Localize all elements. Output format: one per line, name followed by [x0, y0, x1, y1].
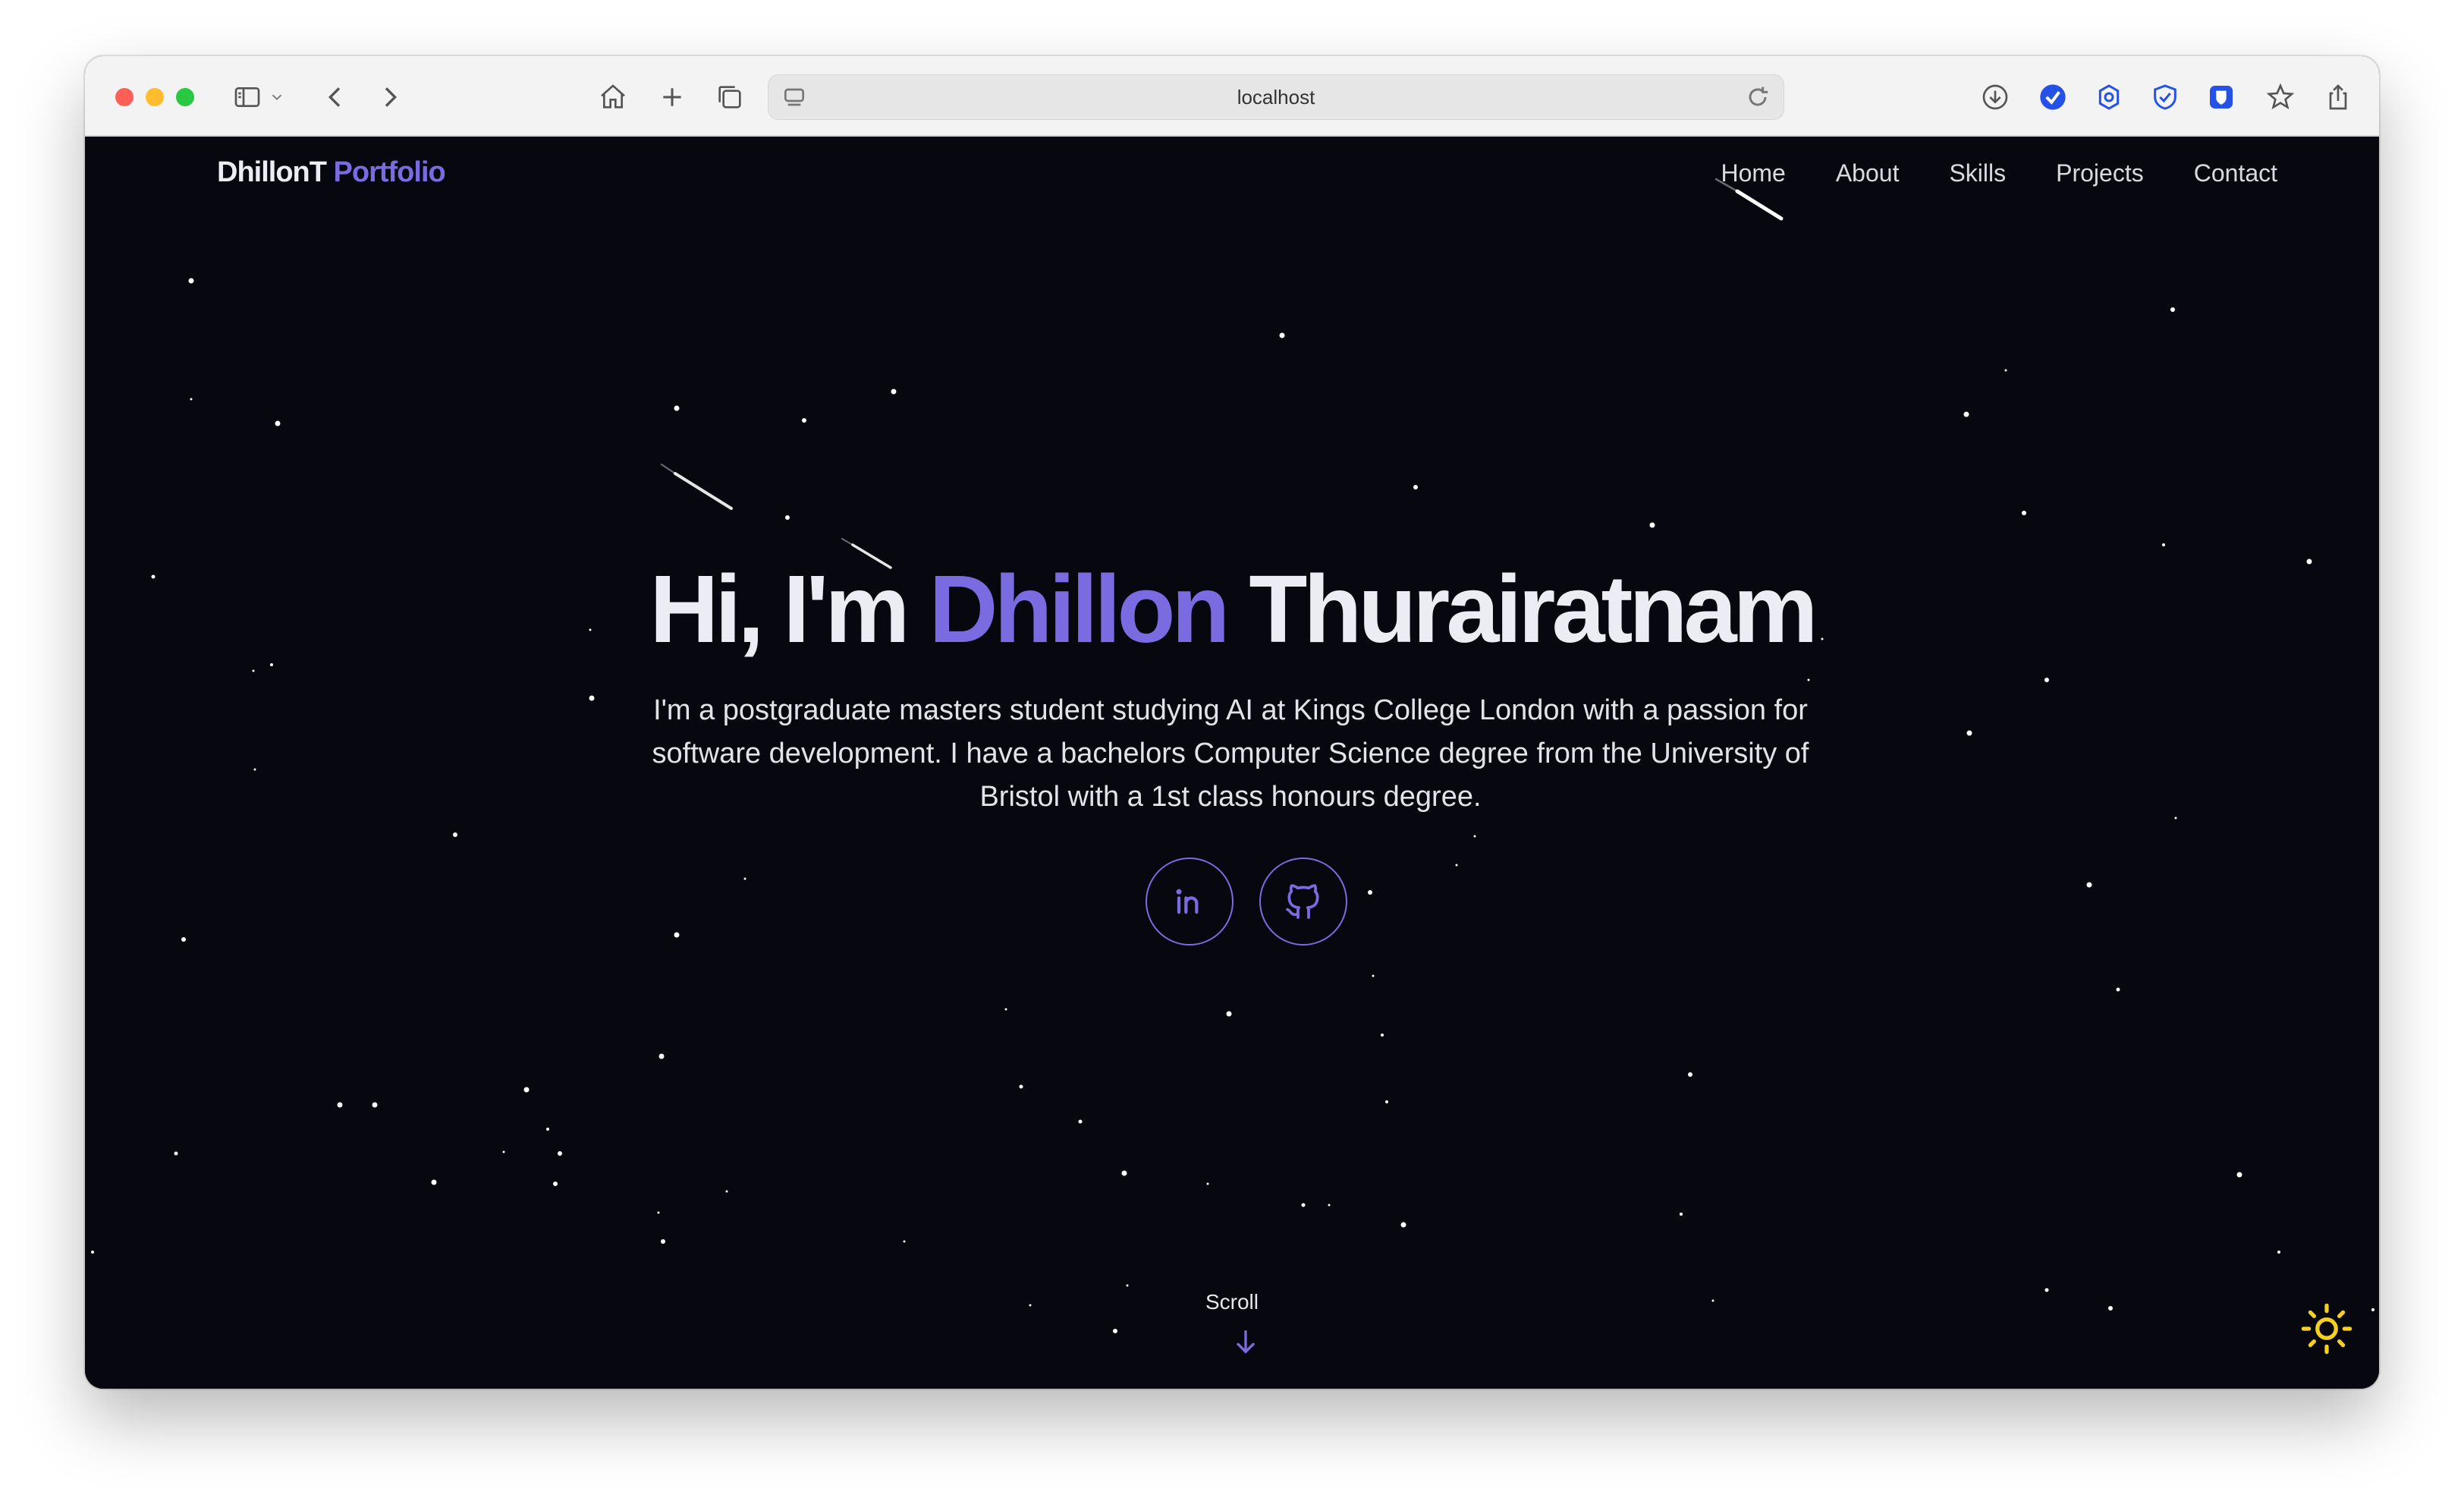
portfolio-page: DhillonT Portfolio Home About Skills Pro… — [85, 137, 2379, 1389]
checkmark-extension-icon[interactable] — [2035, 79, 2071, 115]
plus-icon[interactable] — [654, 79, 690, 115]
arrow-down-icon[interactable] — [1230, 1326, 1261, 1357]
address-bar[interactable]: localhost — [768, 74, 1784, 120]
sun-icon[interactable] — [2300, 1302, 2353, 1355]
star-icon[interactable] — [2262, 79, 2299, 115]
nav-contact-link[interactable]: Contact — [2194, 159, 2277, 187]
hero-first-name: Dhillon — [929, 555, 1230, 662]
site-logo[interactable]: DhillonT Portfolio — [217, 156, 446, 189]
brand-name: DhillonT — [217, 156, 327, 188]
hero-last-name: Thurairatnam — [1249, 555, 1818, 662]
chevron-right-icon[interactable] — [372, 79, 408, 115]
tabs-overview-icon[interactable] — [712, 79, 748, 115]
hero-title: Hi, I'm Dhillon Thurairatnam — [85, 552, 2379, 666]
share-icon[interactable] — [2320, 79, 2356, 115]
linkedin-icon — [1176, 889, 1199, 914]
home-icon[interactable] — [595, 79, 631, 115]
minimize-window-button[interactable] — [146, 88, 164, 106]
linkedin-button[interactable] — [1146, 857, 1234, 946]
main-nav: Home About Skills Projects Contact — [1721, 159, 2277, 187]
browser-window: localhost DhillonT Portfolio Home About … — [85, 56, 2379, 1389]
github-icon — [1286, 884, 1319, 919]
reload-icon[interactable] — [1743, 82, 1773, 112]
hero-description: I'm a postgraduate masters student study… — [652, 694, 1809, 813]
nav-skills-link[interactable]: Skills — [1949, 159, 2006, 187]
nav-home-link[interactable]: Home — [1721, 159, 1785, 187]
nav-about-link[interactable]: About — [1836, 159, 1900, 187]
sidebar-icon[interactable] — [229, 79, 266, 115]
hero-greeting: Hi, I'm — [649, 555, 910, 662]
url-text: localhost — [1237, 86, 1315, 109]
nav-projects-link[interactable]: Projects — [2056, 159, 2144, 187]
chevron-down-icon[interactable] — [266, 79, 288, 115]
scroll-label: Scroll — [1205, 1290, 1259, 1314]
chevron-left-icon[interactable] — [317, 79, 354, 115]
close-window-button[interactable] — [115, 88, 134, 106]
zoom-window-button[interactable] — [176, 88, 194, 106]
download-icon[interactable] — [1977, 79, 2013, 115]
brand-accent: Portfolio — [333, 156, 446, 188]
shield-extension-icon[interactable] — [2147, 79, 2183, 115]
password-manager-icon[interactable] — [2203, 79, 2239, 115]
github-button[interactable] — [1259, 857, 1347, 946]
browser-toolbar: localhost — [85, 56, 2379, 137]
settings-extension-icon[interactable] — [2091, 79, 2127, 115]
